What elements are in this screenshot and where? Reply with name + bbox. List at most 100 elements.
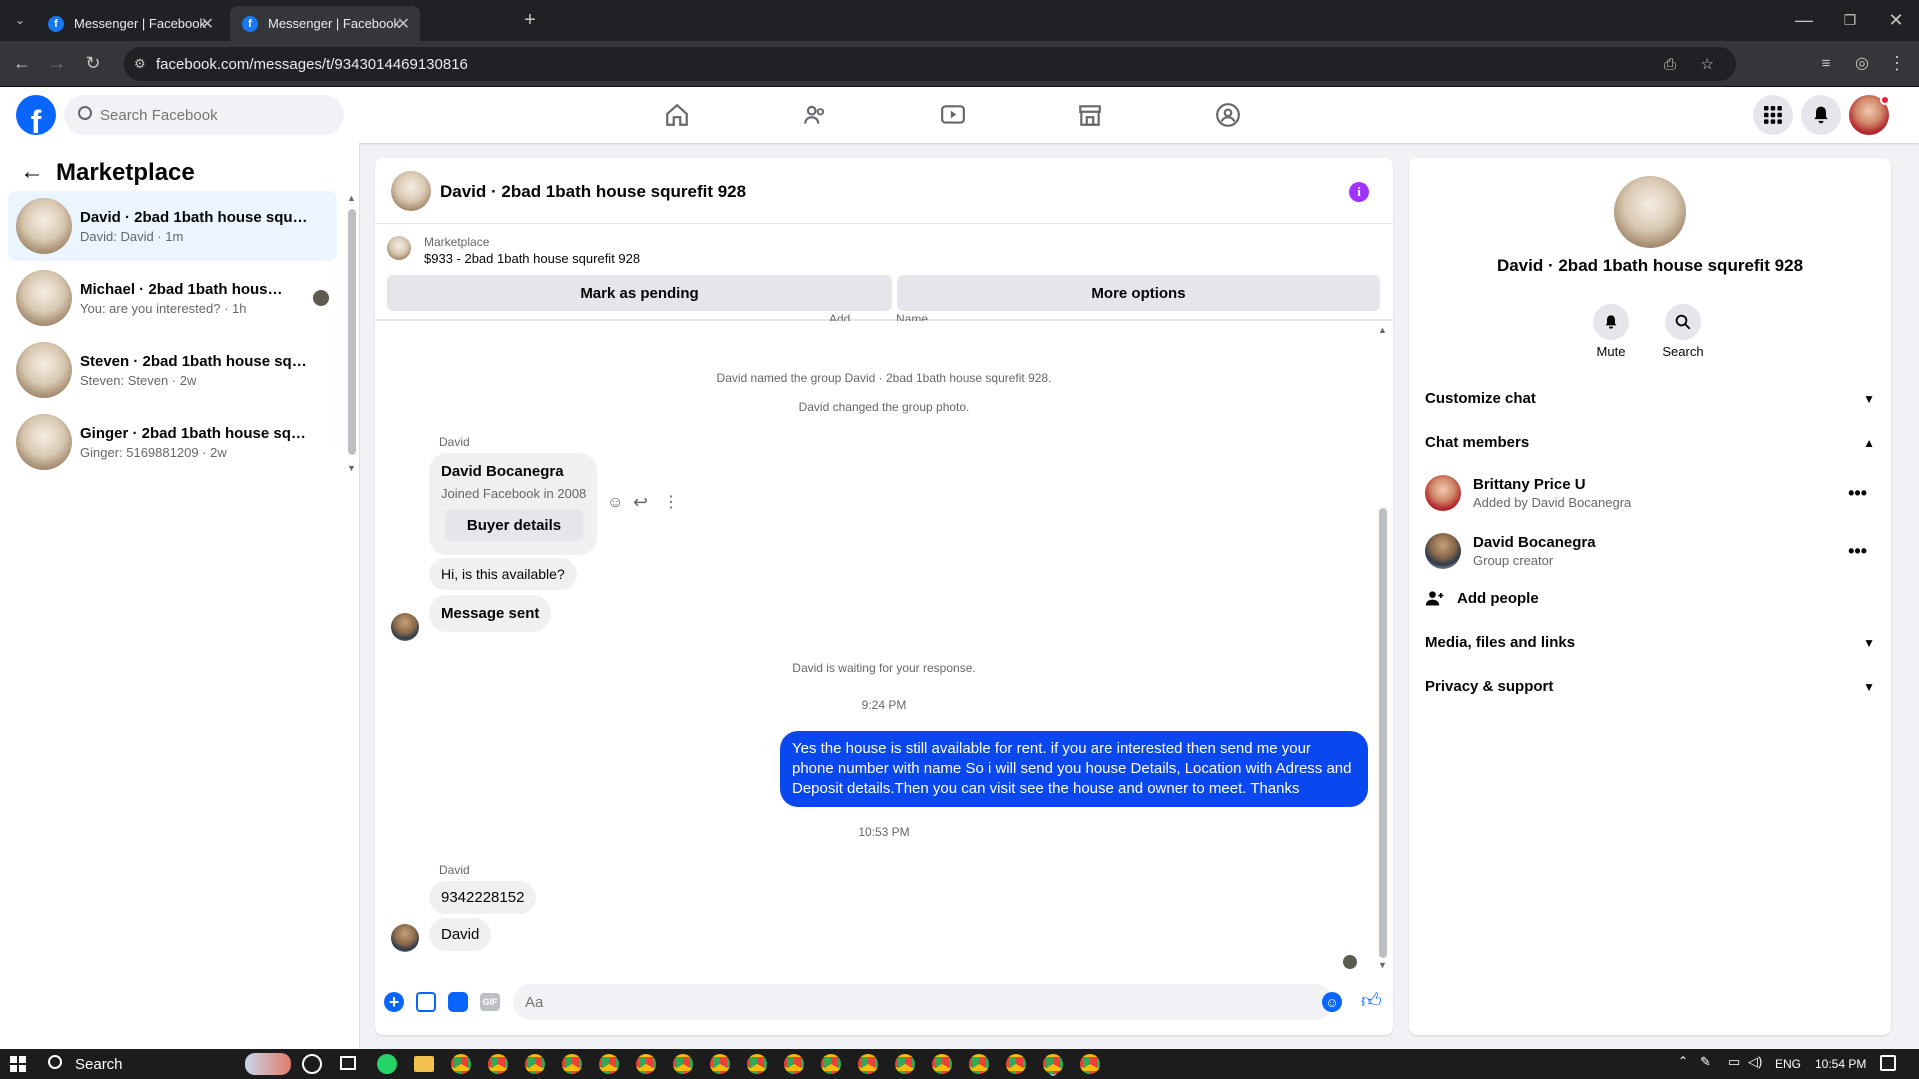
- back-icon[interactable]: ←: [8, 49, 36, 77]
- listing-thumbnail[interactable]: [387, 236, 411, 260]
- notification-center-icon[interactable]: [1880, 1055, 1896, 1071]
- search-button[interactable]: [1665, 304, 1701, 340]
- mute-button[interactable]: [1593, 304, 1629, 340]
- chrome-icon[interactable]: [858, 1054, 878, 1074]
- chat-members-section[interactable]: Chat members ▲: [1425, 434, 1875, 451]
- url-field[interactable]: ⚙ facebook.com/messages/t/93430144691308…: [124, 47, 1736, 81]
- search-input[interactable]: [64, 95, 344, 135]
- whatsapp-icon[interactable]: [377, 1054, 397, 1074]
- emoji-icon[interactable]: ☺: [1322, 992, 1342, 1012]
- reload-icon[interactable]: ↻: [79, 49, 107, 77]
- chrome-icon[interactable]: [673, 1054, 693, 1074]
- message-bubble[interactable]: David: [429, 918, 492, 951]
- close-tab-icon[interactable]: ✕: [201, 14, 214, 34]
- sidebar-scrollbar[interactable]: [348, 209, 356, 455]
- search-box[interactable]: [64, 95, 344, 135]
- media-icon[interactable]: ≡: [1812, 49, 1840, 77]
- facebook-logo[interactable]: f: [16, 95, 56, 135]
- sticker-icon[interactable]: [448, 992, 468, 1012]
- chrome-icon[interactable]: [747, 1054, 767, 1074]
- scroll-up-icon[interactable]: ▲: [347, 193, 356, 203]
- notifications-bell-icon[interactable]: [1801, 95, 1841, 135]
- language-indicator[interactable]: ENG: [1775, 1057, 1801, 1071]
- file-explorer-icon[interactable]: [414, 1056, 434, 1072]
- message-input[interactable]: [513, 984, 1333, 1020]
- cortana-icon[interactable]: [302, 1054, 322, 1074]
- more-actions-icon[interactable]: ⋮: [663, 492, 679, 512]
- message-bubble[interactable]: Message sent: [429, 595, 552, 632]
- tray-chevron-icon[interactable]: ⌃: [1678, 1054, 1688, 1068]
- chrome-icon[interactable]: [562, 1054, 582, 1074]
- sender-avatar[interactable]: [391, 924, 419, 952]
- chrome-icon[interactable]: [784, 1054, 804, 1074]
- taskbar-search-icon[interactable]: [48, 1055, 62, 1069]
- chrome-icon[interactable]: [1006, 1054, 1026, 1074]
- site-info-icon[interactable]: ⚙: [134, 56, 146, 72]
- info-icon[interactable]: i: [1349, 182, 1369, 202]
- install-icon[interactable]: ⎙: [1664, 56, 1676, 73]
- customize-chat-section[interactable]: Customize chat ▼: [1425, 390, 1875, 407]
- back-arrow-icon[interactable]: ←: [20, 158, 44, 186]
- outgoing-message[interactable]: Yes the house is still available for ren…: [780, 731, 1368, 807]
- chrome-icon[interactable]: [969, 1054, 989, 1074]
- listing-title[interactable]: $933 - 2bad 1bath house squrefit 928: [424, 251, 640, 266]
- browser-tab[interactable]: f Messenger | Facebook ✕: [36, 6, 224, 41]
- chat-avatar[interactable]: [391, 171, 431, 211]
- task-view-icon[interactable]: [340, 1056, 356, 1070]
- tab-search-icon[interactable]: ⌄: [6, 6, 34, 34]
- menu-grid-icon[interactable]: [1753, 95, 1793, 135]
- home-icon[interactable]: [659, 97, 695, 133]
- menu-icon[interactable]: ⋮: [1883, 49, 1911, 77]
- media-section[interactable]: Media, files and links ▼: [1425, 634, 1875, 651]
- buyer-details-button[interactable]: Buyer details: [445, 509, 583, 541]
- volume-icon[interactable]: ◁): [1748, 1054, 1762, 1070]
- close-window-icon[interactable]: ✕: [1882, 6, 1910, 34]
- thumbs-up-icon[interactable]: 👍︎: [1361, 989, 1382, 1013]
- chrome-icon[interactable]: [599, 1054, 619, 1074]
- close-tab-icon[interactable]: ✕: [397, 14, 410, 34]
- chrome-icon-active[interactable]: [1043, 1054, 1063, 1074]
- chrome-icon[interactable]: [488, 1054, 508, 1074]
- conversation-item[interactable]: Steven · 2bad 1bath house squre... Steve…: [8, 335, 337, 405]
- browser-tab-active[interactable]: f Messenger | Facebook ✕: [230, 6, 420, 41]
- video-icon[interactable]: [935, 97, 971, 133]
- chrome-icon[interactable]: [895, 1054, 915, 1074]
- forward-icon[interactable]: →: [43, 49, 71, 77]
- message-bubble[interactable]: Hi, is this available?: [429, 558, 577, 590]
- plus-icon[interactable]: +: [384, 992, 404, 1012]
- chat-scrollbar[interactable]: [1379, 508, 1387, 958]
- network-icon[interactable]: ▭: [1728, 1054, 1740, 1070]
- scroll-up-icon[interactable]: ▲: [1378, 325, 1387, 335]
- mark-as-pending-button[interactable]: Mark as pending: [387, 275, 892, 311]
- marketplace-icon[interactable]: [1072, 97, 1108, 133]
- group-photo[interactable]: [1614, 176, 1686, 248]
- chrome-icon[interactable]: [525, 1054, 545, 1074]
- restore-icon[interactable]: ❐: [1836, 6, 1864, 34]
- chrome-icon[interactable]: [932, 1054, 952, 1074]
- scroll-down-icon[interactable]: ▼: [347, 463, 356, 473]
- photo-icon[interactable]: [416, 992, 436, 1012]
- groups-icon[interactable]: [1210, 97, 1246, 133]
- windows-start-icon[interactable]: [10, 1056, 26, 1072]
- more-icon[interactable]: •••: [1848, 483, 1867, 504]
- chrome-icon[interactable]: [821, 1054, 841, 1074]
- profile-icon[interactable]: ◎: [1848, 49, 1876, 77]
- chrome-icon[interactable]: [451, 1054, 471, 1074]
- pen-icon[interactable]: ✎: [1700, 1054, 1711, 1070]
- gif-icon[interactable]: GIF: [480, 993, 500, 1011]
- conversation-item[interactable]: David · 2bad 1bath house squref... David…: [8, 191, 337, 261]
- friends-icon[interactable]: [797, 97, 833, 133]
- weather-icon[interactable]: [245, 1053, 291, 1075]
- taskbar-search[interactable]: Search: [75, 1056, 123, 1073]
- scroll-down-icon[interactable]: ▼: [1378, 960, 1387, 970]
- add-people-button[interactable]: Add people: [1425, 582, 1875, 614]
- chat-title[interactable]: David · 2bad 1bath house squrefit 928: [440, 182, 746, 202]
- react-icon[interactable]: ☺: [607, 494, 623, 512]
- more-icon[interactable]: •••: [1848, 541, 1867, 562]
- new-tab-icon[interactable]: +: [516, 6, 544, 34]
- chrome-icon[interactable]: [710, 1054, 730, 1074]
- conversation-item[interactable]: Michael · 2bad 1bath house s... You: are…: [8, 263, 337, 333]
- conversation-item[interactable]: Ginger · 2bad 1bath house squre... Ginge…: [8, 407, 337, 477]
- member-row[interactable]: David Bocanegra Group creator •••: [1425, 525, 1875, 577]
- message-bubble[interactable]: 9342228152: [429, 881, 537, 914]
